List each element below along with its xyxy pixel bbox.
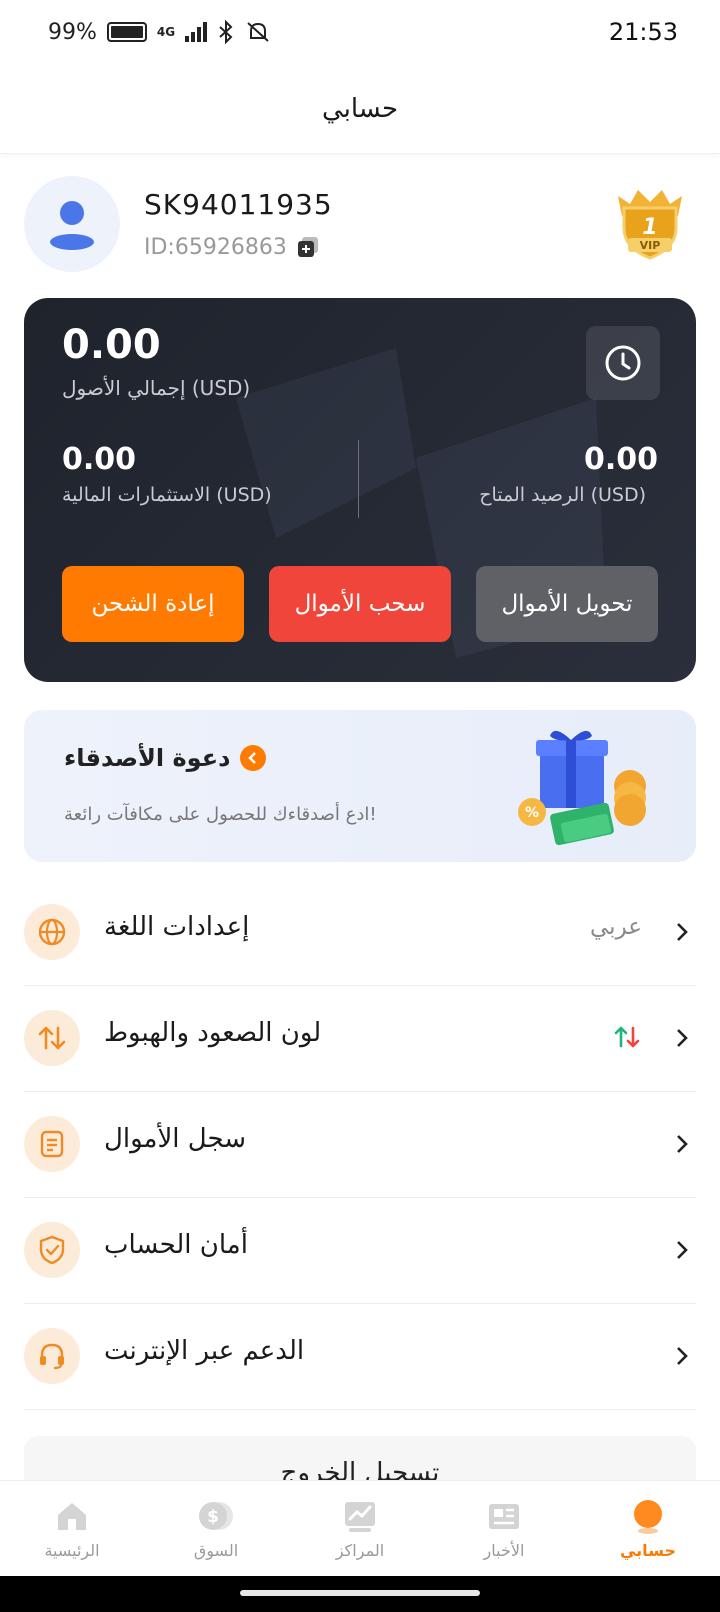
settings-menu: إعدادات اللغة عربي لون الصعود والهبوط سج… (24, 880, 696, 1410)
nav-home[interactable]: الرئيسية (0, 1481, 144, 1576)
menu-label-language: إعدادات اللغة (104, 912, 250, 942)
chevron-right-icon (240, 745, 267, 771)
menu-item-support[interactable]: الدعم عبر الإنترنت (24, 1304, 696, 1410)
coin-icon: $ (199, 1502, 233, 1530)
nav-account[interactable]: حسابي (576, 1481, 720, 1576)
username: SK94011935 (144, 188, 333, 221)
page-title: حسابي (321, 93, 399, 124)
user-id-row: ID:65926863 (144, 234, 321, 260)
profile-section: SK94011935 ID:65926863 1 VIP (24, 176, 696, 276)
available-balance-label: الرصيد المتاح (USD) (479, 484, 646, 506)
asset-card: 0.00 إجمالي الأصول (USD) 0.00 الاستثمارا… (24, 298, 696, 682)
invite-title: دعوة الأصدقاء (64, 744, 231, 772)
history-button[interactable] (586, 326, 660, 400)
battery-icon (106, 22, 147, 42)
chevron-right-icon (677, 1029, 688, 1047)
svg-text:$: $ (207, 1507, 219, 1527)
card-divider (358, 440, 359, 518)
menu-value-language: عربي (590, 914, 642, 940)
chart-icon (345, 1502, 375, 1532)
bluetooth-icon (219, 20, 233, 44)
profile-icon (634, 1500, 662, 1534)
available-balance-value: 0.00 (583, 442, 658, 477)
status-left: 99% 4G (48, 20, 271, 45)
menu-item-funds-log[interactable]: سجل الأموال (24, 1092, 696, 1198)
news-icon (489, 1504, 519, 1529)
nav-label-home: الرئيسية (44, 1541, 100, 1560)
user-icon (50, 201, 94, 250)
chevron-right-icon (677, 1347, 688, 1365)
nav-label-market: السوق (193, 1541, 239, 1560)
menu-item-language[interactable]: إعدادات اللغة عربي (24, 880, 696, 986)
invite-title-row: دعوة الأصدقاء (64, 744, 267, 772)
bottom-nav: الرئيسية $ السوق المراكز الأخبار حسابي (0, 1480, 720, 1576)
nav-market[interactable]: $ السوق (144, 1481, 288, 1576)
home-indicator[interactable] (240, 1590, 480, 1596)
user-id: ID:65926863 (144, 234, 287, 260)
menu-label-security: أمان الحساب (104, 1230, 248, 1260)
nav-positions[interactable]: المراكز (288, 1481, 432, 1576)
network-type: 4G (156, 25, 176, 39)
globe-icon (24, 904, 80, 960)
financial-investments-value: 0.00 (62, 442, 137, 477)
nav-label-account: حسابي (619, 1541, 676, 1560)
app-header: حسابي (0, 64, 720, 154)
copy-icon[interactable] (295, 234, 321, 260)
nav-news[interactable]: الأخبار (432, 1481, 576, 1576)
clock-icon (605, 345, 641, 381)
total-assets-value: 0.00 (62, 322, 161, 368)
battery-percent: 99% (48, 19, 97, 45)
nav-label-news: الأخبار (483, 1541, 525, 1560)
menu-label-funds-log: سجل الأموال (104, 1124, 247, 1154)
mute-icon (247, 22, 269, 42)
recharge-button[interactable]: إعادة الشحن (62, 566, 244, 642)
menu-label-color: لون الصعود والهبوط (104, 1018, 322, 1048)
home-icon (58, 1503, 86, 1530)
menu-label-support: الدعم عبر الإنترنت (104, 1336, 305, 1366)
gesture-bar (0, 1576, 720, 1612)
financial-investments-label: الاستثمارات المالية (USD) (62, 484, 272, 506)
vip-level: 1 (642, 215, 657, 240)
headset-icon (24, 1328, 80, 1384)
vip-label: VIP (640, 239, 661, 252)
signal-icon (185, 22, 208, 42)
chevron-right-icon (677, 1135, 688, 1153)
gift-icon: % (518, 730, 646, 846)
menu-item-security[interactable]: أمان الحساب (24, 1198, 696, 1304)
withdraw-button[interactable]: سحب الأموال (269, 566, 451, 642)
up-down-arrows-icon (614, 1026, 640, 1048)
clock: 21:53 (608, 18, 678, 46)
vip-badge-icon[interactable]: 1 VIP (610, 182, 690, 262)
invite-subtitle: ادع أصدقاءك للحصول على مكافآت رائعة! (64, 804, 377, 825)
transfer-button[interactable]: تحويل الأموال (476, 566, 658, 642)
document-icon (24, 1116, 80, 1172)
status-bar: 99% 4G 21:53 (0, 0, 720, 64)
invite-friends-banner[interactable]: دعوة الأصدقاء ادع أصدقاءك للحصول على مكا… (24, 710, 696, 862)
chevron-right-icon (677, 1241, 688, 1259)
avatar[interactable] (24, 176, 120, 272)
svg-text:%: % (525, 805, 539, 821)
swap-icon (24, 1010, 80, 1066)
nav-label-positions: المراكز (335, 1541, 385, 1560)
shield-check-icon (24, 1222, 80, 1278)
total-assets-label: إجمالي الأصول (USD) (62, 376, 251, 400)
menu-item-color[interactable]: لون الصعود والهبوط (24, 986, 696, 1092)
chevron-right-icon (677, 923, 688, 941)
